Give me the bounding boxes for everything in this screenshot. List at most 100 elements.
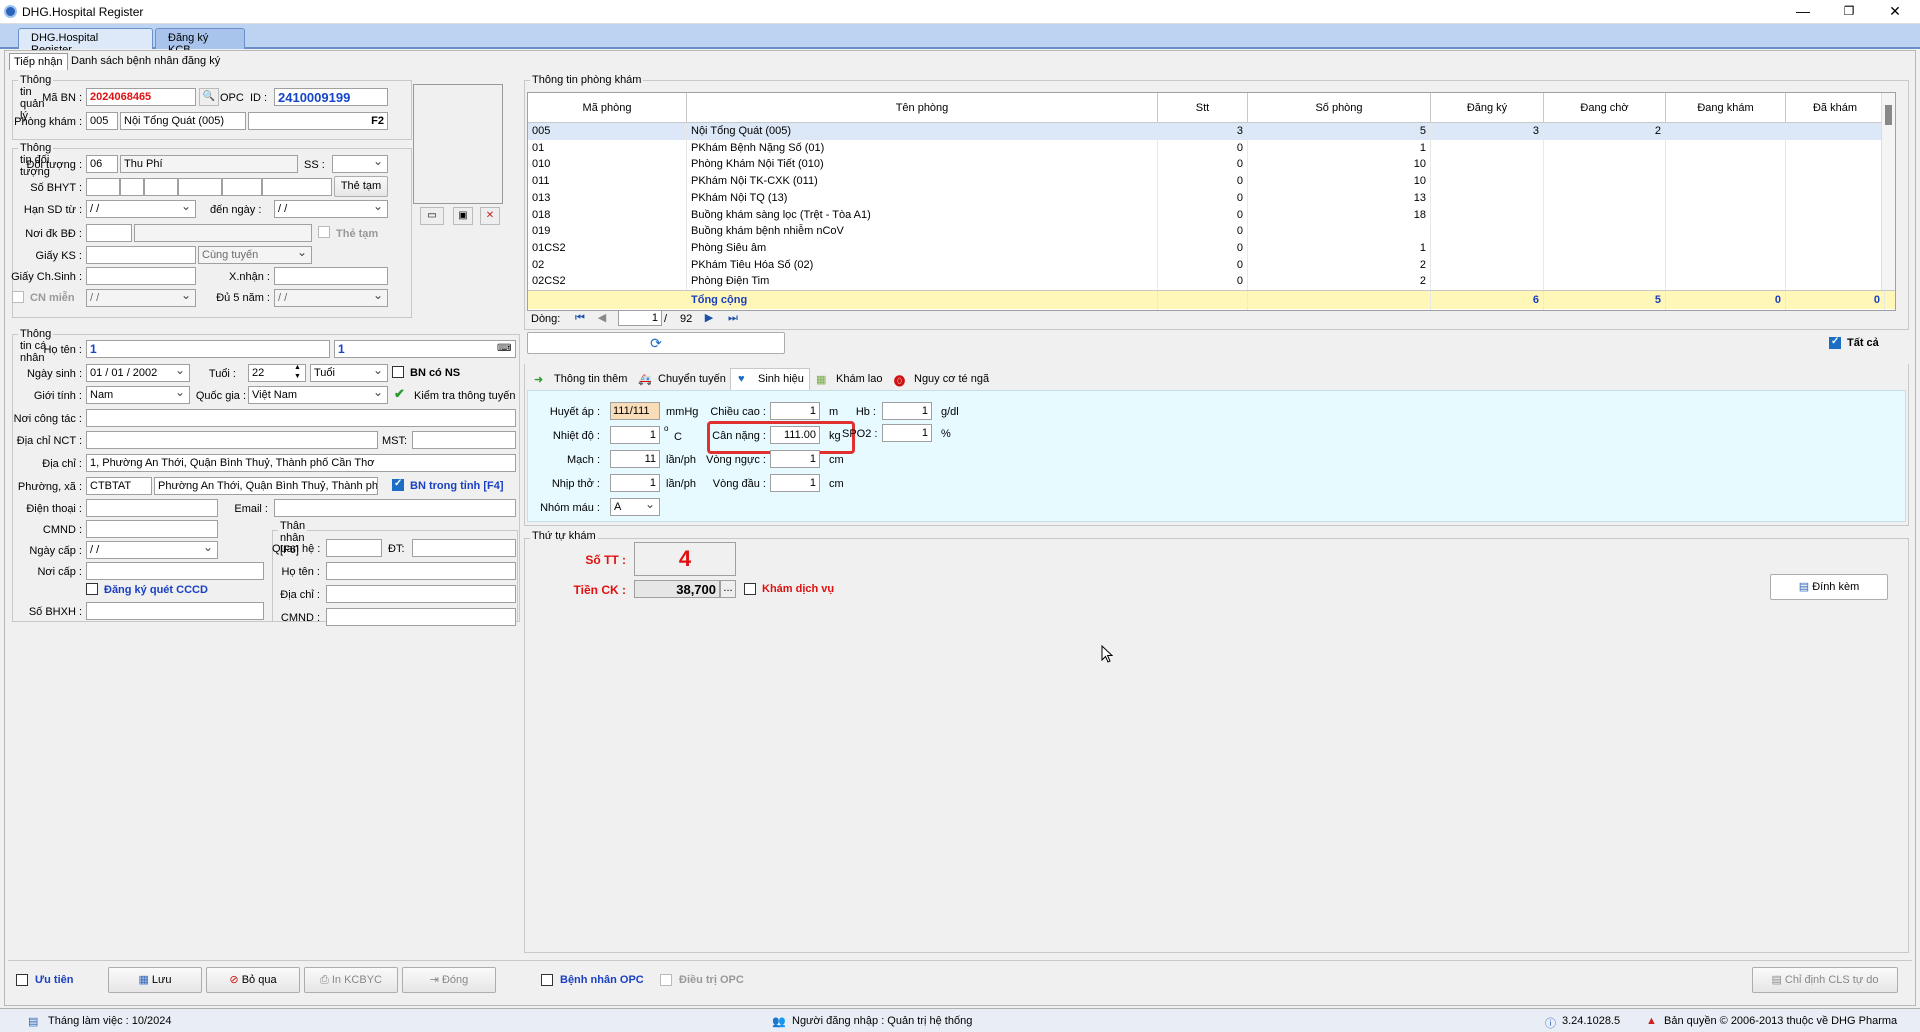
kham-dv-checkbox[interactable] bbox=[744, 583, 756, 595]
spo2-field[interactable]: 1 bbox=[882, 424, 932, 442]
dt-field[interactable] bbox=[412, 539, 516, 557]
mach-field[interactable]: 11 bbox=[610, 450, 660, 468]
tn-ho-ten-field[interactable] bbox=[326, 562, 516, 580]
table-row[interactable]: 02CS2 Phòng Điện Tim 0 2 bbox=[528, 273, 1895, 291]
phuong-xa-name[interactable]: Phường An Thới, Quận Bình Thuỷ, Thành ph… bbox=[154, 477, 378, 495]
in-kcbyc-button[interactable]: ⎙ In KCBYC bbox=[304, 967, 398, 993]
col-header-dang-cho[interactable]: Đang chờ bbox=[1544, 93, 1666, 123]
keyboard-icon[interactable]: ⌨ bbox=[497, 343, 511, 354]
email-field[interactable] bbox=[274, 499, 516, 517]
col-header-stt[interactable]: Stt bbox=[1158, 93, 1248, 123]
table-row[interactable]: 01CS2 Phòng Siêu âm 0 1 bbox=[528, 239, 1895, 257]
bhyt-part-4[interactable] bbox=[178, 178, 222, 196]
dinh-kem-button[interactable]: ▤ Đính kèm bbox=[1770, 574, 1888, 600]
tn-cmnd-field[interactable] bbox=[326, 608, 516, 626]
ss-select[interactable] bbox=[332, 155, 388, 173]
giay-chsinh-field[interactable] bbox=[86, 267, 196, 285]
giay-ks-field[interactable] bbox=[86, 246, 196, 264]
ho-ten-field[interactable]: 1 bbox=[86, 340, 330, 358]
han-tu-date[interactable]: / / bbox=[86, 200, 196, 218]
refresh-button[interactable]: ⟳ bbox=[527, 332, 785, 354]
cmnd-field[interactable] bbox=[86, 520, 218, 538]
chieu-cao-field[interactable]: 1 bbox=[770, 402, 820, 420]
tab-kham-lao[interactable]: Khám lao bbox=[836, 373, 882, 385]
table-row[interactable]: 005 Nội Tổng Quát (005) 3 5 3 2 bbox=[528, 123, 1895, 140]
ngay-cap-date[interactable]: / / bbox=[86, 541, 218, 559]
table-row[interactable]: 013 PKhám Nội TQ (13) 0 13 bbox=[528, 189, 1895, 207]
noi-cong-tac-field[interactable] bbox=[86, 409, 516, 427]
col-header-ten-phong[interactable]: Tên phòng bbox=[687, 93, 1158, 123]
tab-sinh-hieu[interactable]: Sinh hiệu bbox=[758, 373, 804, 385]
quan-he-field[interactable] bbox=[326, 539, 382, 557]
bn-co-ns-checkbox[interactable] bbox=[392, 366, 404, 378]
tab-nguy-co-te-nga[interactable]: Nguy cơ té ngã bbox=[914, 373, 989, 385]
first-record-icon[interactable]: ⏮ bbox=[573, 311, 587, 325]
col-header-dang-kham[interactable]: Đang khám bbox=[1666, 93, 1786, 123]
bn-trong-tinh-checkbox[interactable] bbox=[392, 478, 404, 491]
dong-current-field[interactable]: 1 bbox=[618, 310, 662, 326]
table-row[interactable]: 010 Phòng Khám Nội Tiết (010) 0 10 bbox=[528, 156, 1895, 174]
close-button[interactable]: ✕ bbox=[1872, 0, 1918, 22]
huyet-ap-field[interactable]: 111/111 bbox=[610, 402, 660, 420]
du5nam-date[interactable]: / / bbox=[274, 289, 388, 307]
phuong-xa-code[interactable]: CTBTAT bbox=[86, 477, 152, 495]
tuoi-unit-select[interactable]: Tuổi bbox=[310, 364, 388, 382]
bo-qua-button[interactable]: ⊘ Bỏ qua bbox=[206, 967, 300, 993]
table-row[interactable]: 02 PKhám Tiêu Hóa Số (02) 0 2 bbox=[528, 256, 1895, 274]
ho-ten-2-field[interactable]: 1 bbox=[334, 340, 516, 358]
col-header-ma-phong[interactable]: Mã phòng bbox=[528, 93, 687, 123]
bhyt-part-6[interactable] bbox=[262, 178, 332, 196]
table-row[interactable]: 018 Buồng khám sàng lọc (Trệt - Tòa A1) 0 1… bbox=[528, 206, 1895, 224]
dk-cccd-checkbox[interactable] bbox=[86, 583, 98, 595]
tat-ca-checkbox[interactable] bbox=[1829, 336, 1841, 349]
quoc-gia-select[interactable]: Việt Nam bbox=[248, 386, 388, 404]
vong-dau-field[interactable]: 1 bbox=[770, 474, 820, 492]
phong-kham-grid[interactable]: Mã phòng Tên phòng Stt Số phòng Đăng ký Đang … bbox=[527, 92, 1896, 311]
id-field[interactable]: 2410009199 bbox=[274, 88, 388, 106]
the-tam-checkbox[interactable] bbox=[318, 226, 330, 238]
last-record-icon[interactable]: ⏭ bbox=[726, 311, 740, 325]
tien-ck-ellipsis-button[interactable]: ... bbox=[720, 580, 736, 598]
the-tam-button[interactable]: Thẻ tạm bbox=[334, 176, 388, 197]
uu-tien-checkbox[interactable] bbox=[16, 974, 28, 986]
table-row[interactable]: 011 PKhám Nội TK-CXK (011) 0 10 bbox=[528, 173, 1895, 191]
phong-code-field[interactable]: 005 bbox=[86, 112, 118, 130]
dong-button[interactable]: ⇥ Đóng bbox=[402, 967, 496, 993]
grid-scrollbar[interactable] bbox=[1881, 93, 1895, 290]
maximize-button[interactable]: ❐ bbox=[1826, 0, 1872, 22]
vong-nguc-field[interactable]: 1 bbox=[770, 450, 820, 468]
luu-button[interactable]: ▦ Lưu bbox=[108, 967, 202, 993]
cn-mien-date[interactable]: / / bbox=[86, 289, 196, 307]
delete-photo-icon[interactable]: ✕ bbox=[480, 207, 500, 225]
nhom-mau-select[interactable]: A bbox=[610, 498, 660, 516]
tab-tiep-nhan[interactable]: Tiếp nhận bbox=[9, 53, 68, 70]
tab-danh-sach[interactable]: Danh sách bệnh nhân đăng ký bbox=[67, 53, 224, 69]
dia-chi-nct-field[interactable] bbox=[86, 431, 378, 449]
camera-icon[interactable]: ▭ bbox=[420, 207, 444, 225]
dieu-tri-opc-checkbox[interactable] bbox=[660, 974, 672, 986]
xnhan-field[interactable] bbox=[274, 267, 388, 285]
col-header-dang-ky[interactable]: Đăng ký bbox=[1431, 93, 1544, 123]
tab-dang-ky-kcb[interactable]: Đăng ký KCB bbox=[155, 28, 245, 56]
nhip-tho-field[interactable]: 1 bbox=[610, 474, 660, 492]
tab-chuyen-tuyen[interactable]: Chuyển tuyến bbox=[658, 373, 726, 385]
gioi-tinh-select[interactable]: Nam bbox=[86, 386, 190, 404]
tuoi-spinner[interactable]: ▲ ▼ bbox=[294, 363, 301, 381]
chi-dinh-button[interactable]: ▤ Chỉ định CLS tự do bbox=[1752, 967, 1898, 993]
next-record-icon[interactable]: ▶ bbox=[702, 311, 716, 325]
bhyt-part-3[interactable] bbox=[144, 178, 178, 196]
lookup-icon[interactable]: 🔍 bbox=[199, 88, 219, 106]
browse-icon[interactable]: ▣ bbox=[453, 207, 473, 225]
doi-tuong-code[interactable]: 06 bbox=[86, 155, 118, 173]
dien-thoai-field[interactable] bbox=[86, 499, 218, 517]
minimize-button[interactable]: — bbox=[1780, 0, 1826, 22]
hb-field[interactable]: 1 bbox=[882, 402, 932, 420]
noi-cap-field[interactable] bbox=[86, 562, 264, 580]
noi-dk-code[interactable] bbox=[86, 224, 132, 242]
ngay-sinh-date[interactable]: 01 / 01 / 2002 bbox=[86, 364, 190, 382]
kiem-tra-button[interactable]: Kiểm tra thông tuyến bbox=[414, 390, 516, 402]
scroll-thumb[interactable] bbox=[1885, 105, 1892, 125]
bhyt-part-2[interactable] bbox=[120, 178, 144, 196]
bn-opc-checkbox[interactable] bbox=[541, 974, 553, 986]
cn-mien-checkbox[interactable] bbox=[12, 291, 24, 303]
